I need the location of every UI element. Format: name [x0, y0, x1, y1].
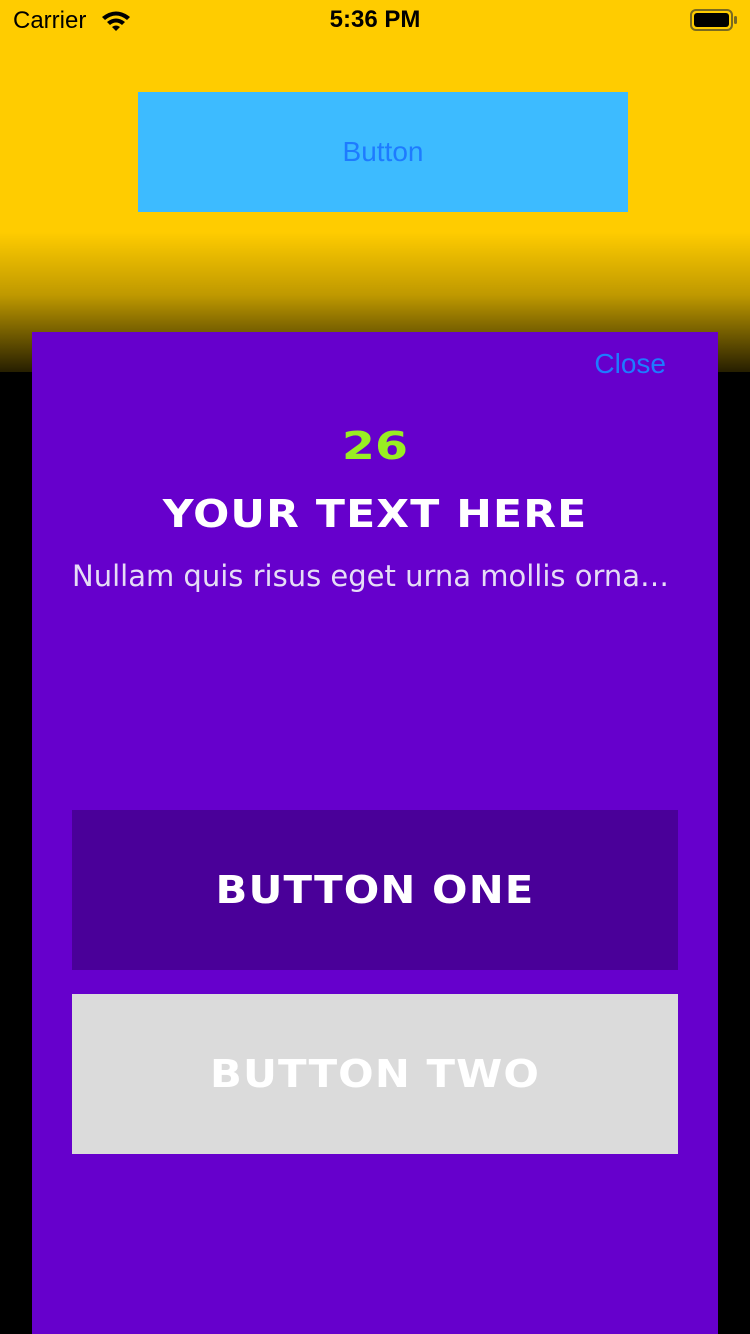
battery-icon: [690, 9, 737, 31]
close-button[interactable]: Close: [594, 346, 666, 382]
modal-subtext: Nullam quis risus eget urna mollis ornar…: [72, 559, 678, 593]
status-bar: Carrier 5:36 PM: [0, 0, 750, 40]
background-button[interactable]: Button: [138, 92, 628, 212]
button-two[interactable]: BUTTON TWO: [72, 994, 678, 1154]
status-time: 5:36 PM: [329, 6, 421, 33]
count-label: 26: [341, 424, 409, 468]
button-two-label: BUTTON TWO: [209, 1052, 541, 1096]
button-one-label: BUTTON ONE: [215, 868, 535, 912]
modal-headline: YOUR TEXT HERE: [162, 492, 588, 536]
modal-sheet: Close 26 YOUR TEXT HERE Nullam quis risu…: [32, 332, 718, 1334]
button-one[interactable]: BUTTON ONE: [72, 810, 678, 970]
